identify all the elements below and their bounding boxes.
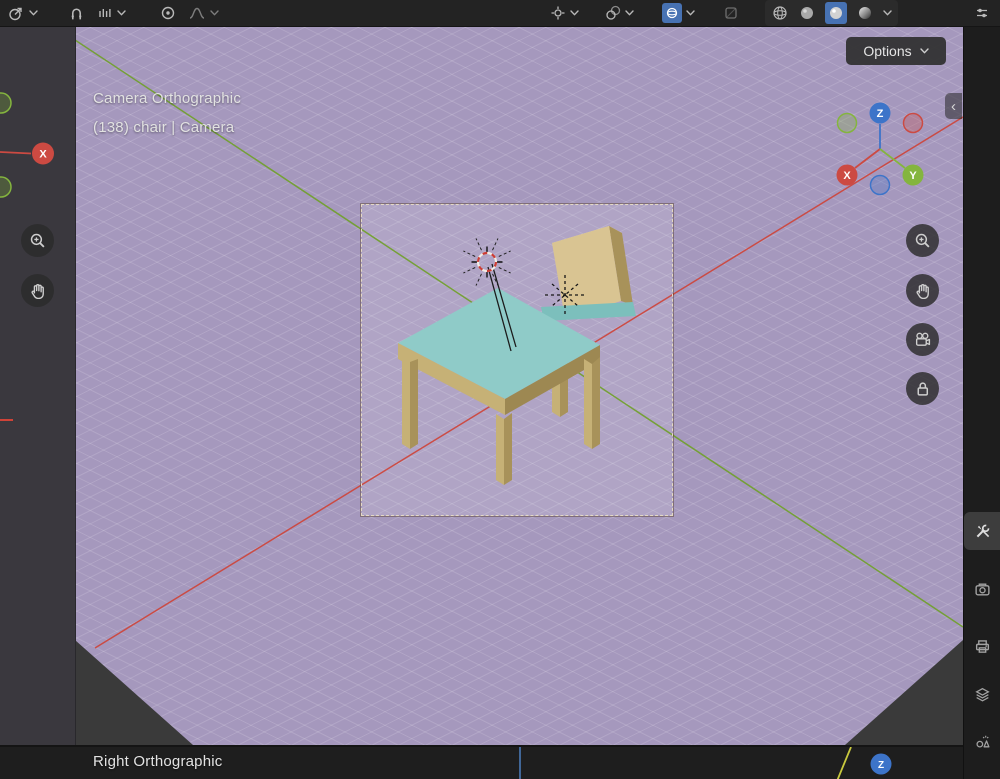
chevron-down-icon (29, 10, 38, 16)
properties-icon (976, 8, 987, 18)
hand-icon (31, 284, 44, 299)
hand-icon (916, 284, 929, 299)
proportional-edit-dropdown[interactable] (5, 3, 40, 23)
overlays-icon (606, 5, 621, 20)
snap-settings-dropdown[interactable] (95, 4, 128, 22)
camera-frame-border[interactable] (361, 204, 673, 516)
chevron-down-icon (686, 10, 695, 16)
lock-view-button[interactable] (906, 372, 939, 405)
pan-button[interactable] (21, 274, 54, 307)
options-label: Options (863, 43, 912, 59)
axis-neg-x-ball[interactable] (902, 112, 924, 134)
light-line (836, 747, 852, 779)
chevron-down-icon (570, 10, 579, 16)
tab-output[interactable] (964, 627, 1000, 665)
tab-tool[interactable] (964, 512, 1000, 550)
pan-button[interactable] (906, 274, 939, 307)
camera-view-button[interactable] (906, 323, 939, 356)
xray-toggle-dropdown[interactable] (660, 2, 697, 24)
snap-toggle-button[interactable] (66, 4, 87, 23)
render-icon (975, 582, 990, 596)
tool-icon (976, 524, 989, 538)
axis-neg-z-ball[interactable] (869, 174, 891, 196)
blender-window: Camera Orthographic (138) chair | Camera… (0, 0, 1000, 779)
proportional-radius-icon (161, 6, 175, 20)
axis-z-label: Z (877, 108, 884, 120)
gizmo-icon (551, 6, 565, 20)
viewport-bottom[interactable]: Z Right Orthographic (0, 745, 963, 779)
viewport-view-label: Camera Orthographic (93, 90, 242, 107)
tab-view-layer[interactable] (964, 675, 1000, 713)
rendered-shading-icon[interactable] (856, 4, 874, 22)
wireframe-shading-icon[interactable] (771, 4, 789, 22)
axis-x-label: X (843, 170, 851, 182)
properties-panel[interactable] (963, 26, 1000, 779)
snap-increment-icon (99, 9, 111, 17)
zoom-icon (30, 233, 45, 248)
falloff-curve-icon (189, 7, 205, 19)
options-button[interactable]: Options (846, 37, 946, 65)
axis-ball-partial[interactable] (0, 176, 12, 198)
axis-z-label: Z (878, 760, 884, 771)
zoom-button[interactable] (21, 224, 54, 257)
output-icon (975, 639, 990, 653)
proportional-edit-icon (9, 7, 22, 21)
chevron-down-icon (210, 10, 219, 16)
viewport-object-label: (138) chair | Camera (93, 119, 235, 136)
chevron-down-icon (919, 48, 929, 54)
xray-toggle-icon (662, 3, 682, 23)
xray-disabled-button[interactable] (721, 4, 741, 22)
tab-render[interactable] (964, 570, 1000, 608)
zoom-button[interactable] (906, 224, 939, 257)
lock-icon (917, 382, 929, 396)
show-gizmo-dropdown[interactable] (548, 4, 581, 22)
axis-ball-partial[interactable] (0, 92, 12, 114)
chevron-left-icon: ‹ (951, 97, 956, 115)
viewport-left[interactable]: X (0, 25, 76, 745)
properties-header[interactable] (963, 0, 1000, 27)
solid-shading-icon[interactable] (798, 4, 816, 22)
axis-y-label: Y (909, 170, 917, 182)
view-layer-icon (975, 687, 990, 701)
tab-scene[interactable] (964, 722, 1000, 760)
proportional-editing-toggle[interactable] (158, 4, 178, 22)
zoom-icon (915, 233, 930, 248)
box-icon (725, 7, 737, 19)
navigation-gizmo[interactable]: Z X Y (828, 93, 932, 197)
axis-x-label: X (39, 149, 47, 161)
chevron-down-icon[interactable] (883, 10, 892, 16)
falloff-dropdown[interactable] (186, 4, 221, 22)
sidebar-toggle-button[interactable]: ‹ (945, 93, 962, 119)
left-viewport-gizmo: X (0, 92, 54, 421)
show-overlays-dropdown[interactable] (603, 4, 636, 22)
snap-magnet-icon (71, 7, 82, 19)
material-shading-icon[interactable] (825, 2, 847, 24)
scene-icon (976, 735, 990, 748)
camera-icon (915, 332, 931, 346)
axis-neg-y-ball[interactable] (836, 112, 858, 134)
bottom-view-label: Right Orthographic (93, 753, 223, 770)
chevron-down-icon (625, 10, 634, 16)
chevron-down-icon (117, 10, 126, 16)
viewport-header (0, 0, 963, 27)
shading-mode-group (765, 0, 898, 26)
